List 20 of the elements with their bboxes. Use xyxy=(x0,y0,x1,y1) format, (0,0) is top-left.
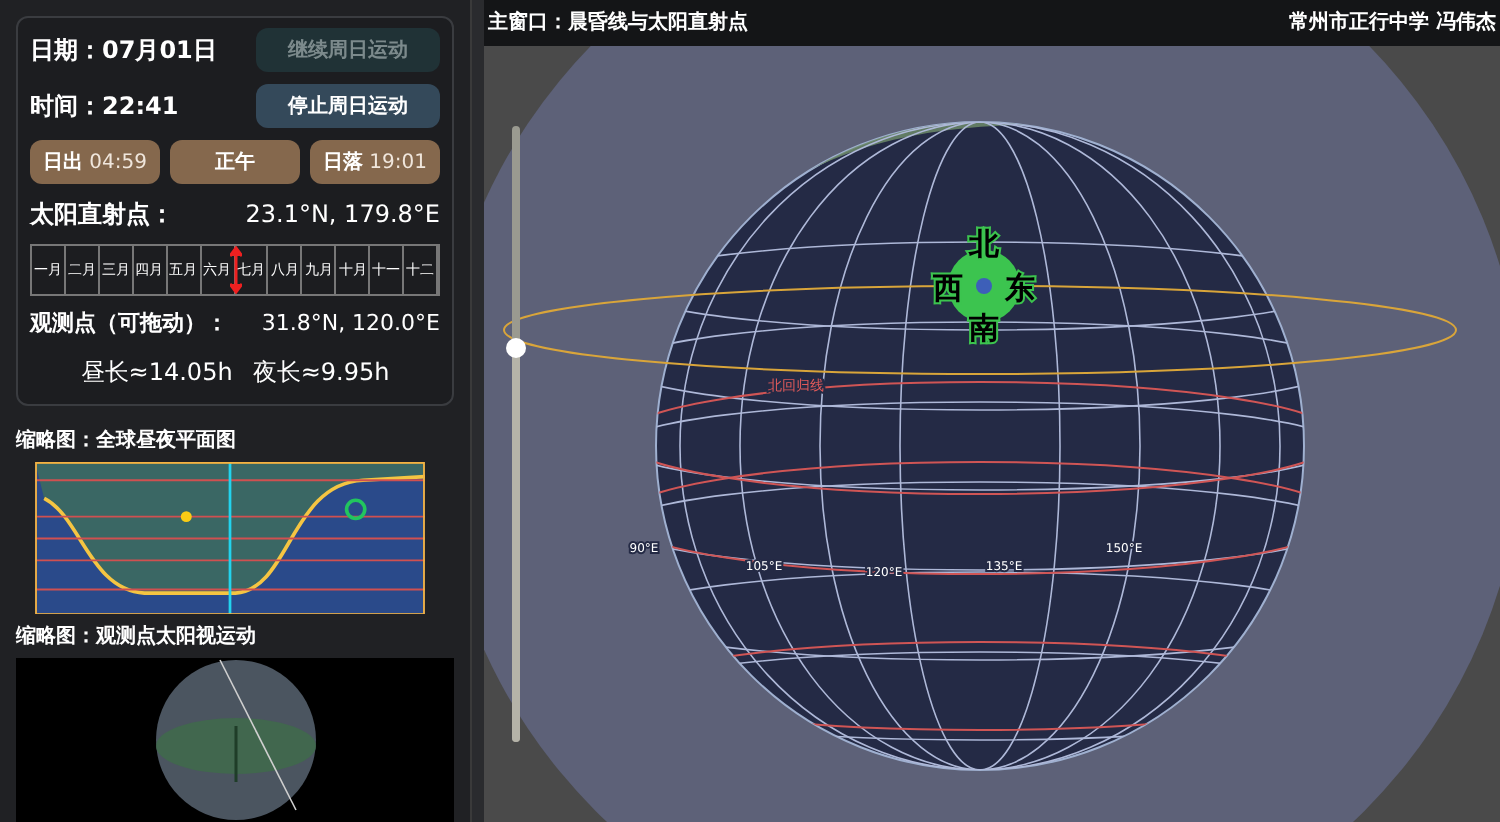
subsolar-label: 太阳直射点： xyxy=(30,198,174,232)
date-value: 07月01日 xyxy=(102,34,217,68)
time-value: 22:41 xyxy=(102,90,179,124)
subsolar-value: 23.1°N, 179.8°E xyxy=(245,198,440,232)
sun-time-button[interactable]: 正午 xyxy=(170,140,300,184)
time-label: 时间： xyxy=(30,90,102,124)
date-label: 日期： xyxy=(30,34,102,68)
sun-time-button[interactable]: 日出 04:59 xyxy=(30,140,160,184)
author-label: 常州市正行中学 冯伟杰 xyxy=(1289,8,1496,38)
stop-button[interactable]: 停止周日运动 xyxy=(256,84,440,128)
day-length: 昼长≈14.05h xyxy=(80,355,233,389)
observer-value: 31.8°N, 120.0°E xyxy=(261,308,440,340)
compass-label: 东 xyxy=(1005,270,1035,306)
compass-label: 西 xyxy=(933,270,963,306)
main-title: 主窗口：晨昏线与太阳直射点 xyxy=(488,8,748,38)
observer-label: 观测点（可拖动）： xyxy=(30,308,228,340)
thumbnail-title: 缩略图：观测点太阳视运动 xyxy=(16,623,258,652)
sun-time-button[interactable]: 日落 19:01 xyxy=(310,140,440,184)
night-length: 夜长≈9.95h xyxy=(252,355,390,389)
thumbnail-title: 缩略图：全球昼夜平面图 xyxy=(16,426,238,455)
